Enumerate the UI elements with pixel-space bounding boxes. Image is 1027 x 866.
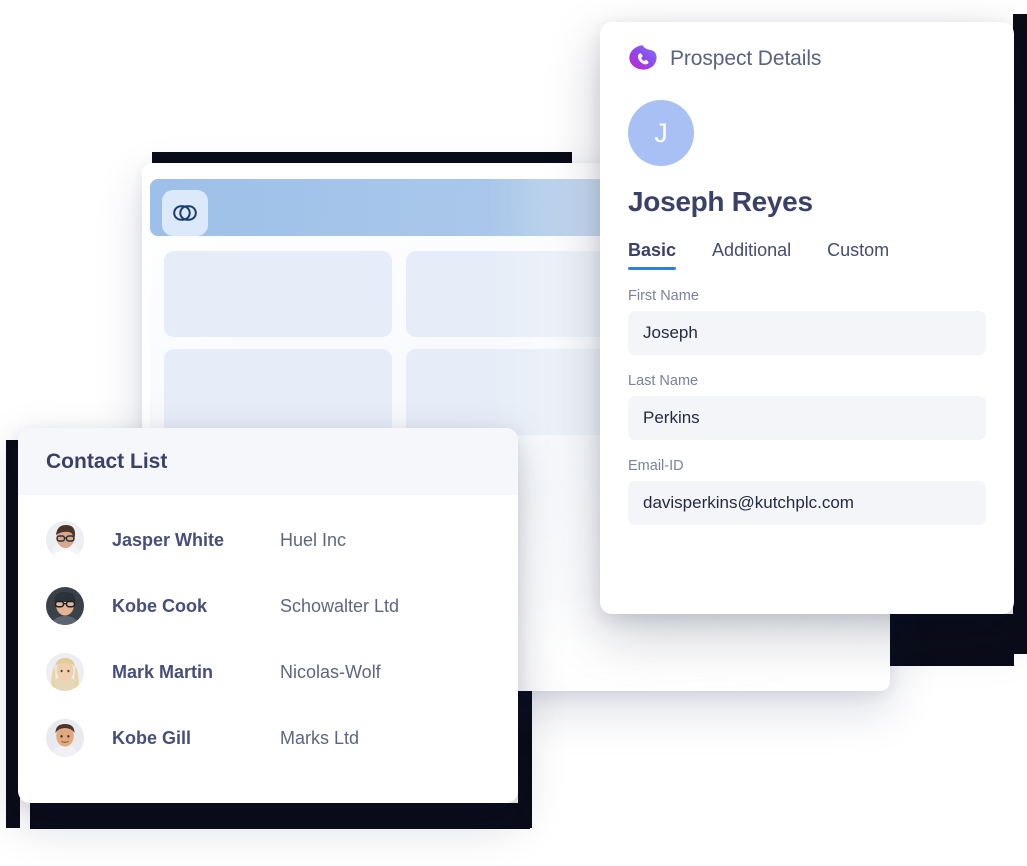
field-email-id: Email-ID davisperkins@kutchplc.com bbox=[628, 458, 986, 525]
page-title: Contact List bbox=[46, 449, 168, 473]
email-field[interactable]: davisperkins@kutchplc.com bbox=[628, 481, 986, 525]
field-label: Last Name bbox=[628, 373, 699, 389]
prospect-panel-header: Prospect Details bbox=[600, 22, 1014, 74]
contact-name: Kobe Cook bbox=[112, 595, 208, 616]
contact-name: Jasper White bbox=[112, 529, 225, 550]
avatar-kobe-cook bbox=[46, 587, 84, 625]
tab-basic[interactable]: Basic bbox=[628, 240, 677, 270]
contact-company: Schowalter Ltd bbox=[280, 595, 400, 616]
shadow-plate-right bbox=[1013, 14, 1027, 654]
contact-list-header: Contact List bbox=[18, 428, 518, 495]
list-item[interactable]: Mark Martin Nicolas-Wolf bbox=[18, 639, 518, 705]
contact-name: Kobe Gill bbox=[112, 727, 192, 748]
field-last-name: Last Name Perkins bbox=[628, 373, 986, 440]
field-label: First Name bbox=[628, 288, 699, 304]
contact-list-panel: Contact List Jasper White Huel Inc Kobe … bbox=[18, 428, 518, 803]
list-item[interactable]: Jasper White Huel Inc bbox=[18, 507, 518, 573]
contact-name: Mark Martin bbox=[112, 661, 214, 682]
chain-link-icon[interactable] bbox=[162, 190, 208, 236]
contact-list-rows: Jasper White Huel Inc Kobe Cook Schowalt… bbox=[18, 495, 518, 771]
shadow-plate-contact-bottom bbox=[30, 803, 530, 829]
phone-call-icon bbox=[628, 44, 658, 74]
last-name-input[interactable]: Perkins bbox=[628, 396, 986, 440]
shadow-plate-mid bbox=[890, 630, 1014, 666]
contact-company: Nicolas-Wolf bbox=[280, 661, 381, 682]
prospect-details-panel: Prospect Details J Joseph Reyes Basic Ad… bbox=[600, 22, 1014, 614]
avatar: J bbox=[628, 100, 694, 166]
avatar-jasper-white bbox=[46, 521, 84, 559]
field-label: Email-ID bbox=[628, 458, 684, 474]
prospect-tabs: Basic Additional Custom bbox=[628, 240, 1014, 270]
list-item[interactable]: Kobe Gill Marks Ltd bbox=[18, 705, 518, 771]
contact-company: Marks Ltd bbox=[280, 727, 360, 748]
avatar-kobe-gill bbox=[46, 719, 84, 757]
avatar-mark-martin bbox=[46, 653, 84, 691]
first-name-input[interactable]: Joseph bbox=[628, 311, 986, 355]
placeholder-block bbox=[164, 349, 392, 435]
placeholder-block bbox=[164, 251, 392, 337]
prospect-panel-title: Prospect Details bbox=[670, 47, 822, 70]
screenshot-stage: Prospect Details J Joseph Reyes Basic Ad… bbox=[0, 0, 1027, 866]
tab-additional[interactable]: Additional bbox=[712, 240, 791, 270]
prospect-name: Joseph Reyes bbox=[628, 186, 813, 217]
list-item[interactable]: Kobe Cook Schowalter Ltd bbox=[18, 573, 518, 639]
tab-custom[interactable]: Custom bbox=[827, 240, 889, 270]
field-first-name: First Name Joseph bbox=[628, 288, 986, 355]
contact-company: Huel Inc bbox=[280, 529, 347, 550]
